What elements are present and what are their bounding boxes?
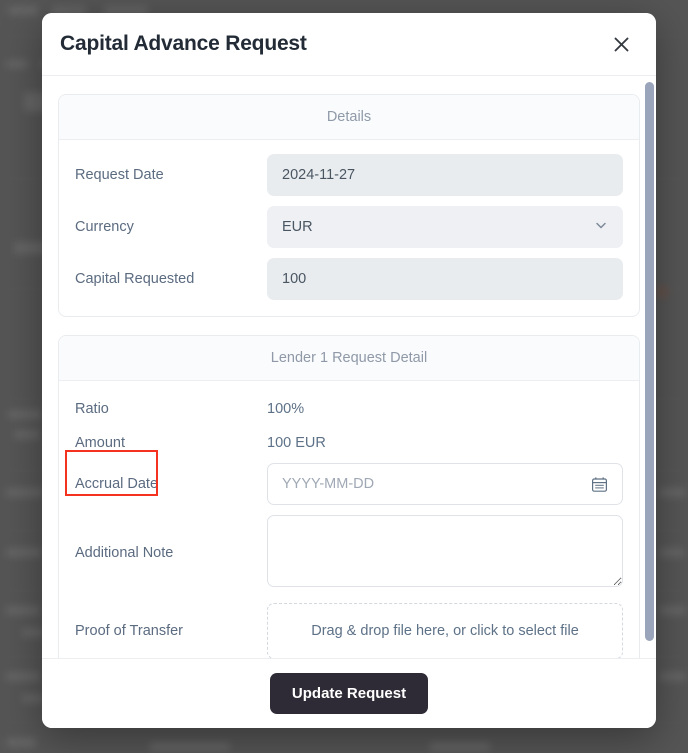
dialog-footer: Update Request [42,658,656,728]
close-icon[interactable] [606,29,636,59]
row-capital-requested: Capital Requested 100 [75,258,623,300]
lender-1-card-heading: Lender 1 Request Detail [59,336,639,381]
scrollbar-track[interactable] [645,82,654,652]
additional-note-textarea[interactable] [267,515,623,587]
currency-select[interactable]: EUR [267,206,623,248]
row-amount: Amount 100 EUR [75,429,623,457]
amount-label: Amount [75,434,125,451]
file-dropzone[interactable]: Drag & drop file here, or click to selec… [267,603,623,658]
row-ratio: Ratio 100% [75,395,623,423]
update-request-button[interactable]: Update Request [269,673,429,714]
capital-requested-label: Capital Requested [75,270,195,287]
dialog-header: Capital Advance Request [42,13,656,76]
ratio-value: 100% [267,401,305,417]
accrual-date-input[interactable]: YYYY-MM-DD [267,463,623,505]
request-date-field-wrap: 2024-11-27 [267,154,623,196]
accrual-date-label: Accrual Date [75,475,159,492]
proof-of-transfer-field-wrap: Drag & drop file here, or click to selec… [267,603,623,658]
row-request-date: Request Date 2024-11-27 [75,154,623,196]
row-accrual-date: Accrual Date YYYY-MM-DD [75,463,623,505]
capital-advance-request-dialog: Capital Advance Request Details Request … [42,13,656,728]
row-additional-note: Additional Note [75,515,623,592]
ratio-label: Ratio [75,400,109,417]
request-date-input[interactable]: 2024-11-27 [267,154,623,196]
currency-label: Currency [75,218,134,235]
details-card-body: Request Date 2024-11-27 Currency EUR Cap… [59,140,639,316]
lender-1-card-body: Ratio 100% Amount 100 EUR Accrual Date Y… [59,381,639,658]
proof-of-transfer-label: Proof of Transfer [75,622,183,639]
request-date-label: Request Date [75,166,164,183]
accrual-date-placeholder: YYYY-MM-DD [282,476,375,492]
lender-1-card: Lender 1 Request Detail Ratio 100% Amoun… [58,335,640,658]
details-card-heading: Details [59,95,639,140]
row-proof-of-transfer: Proof of Transfer Drag & drop file here,… [75,602,623,658]
additional-note-field-wrap [267,515,623,592]
currency-selected-value: EUR [282,219,313,235]
row-currency: Currency EUR [75,206,623,248]
dialog-body: Details Request Date 2024-11-27 Currency… [42,76,656,658]
additional-note-label: Additional Note [75,545,174,562]
calendar-icon[interactable] [591,476,608,493]
details-card: Details Request Date 2024-11-27 Currency… [58,94,640,317]
currency-field-wrap: EUR [267,206,623,248]
chevron-down-icon [594,218,608,236]
capital-requested-field-wrap: 100 [267,258,623,300]
amount-value: 100 EUR [267,435,326,451]
accrual-date-field-wrap: YYYY-MM-DD [267,463,623,505]
dialog-title: Capital Advance Request [60,32,307,55]
scrollbar-thumb[interactable] [645,82,654,641]
capital-requested-input[interactable]: 100 [267,258,623,300]
